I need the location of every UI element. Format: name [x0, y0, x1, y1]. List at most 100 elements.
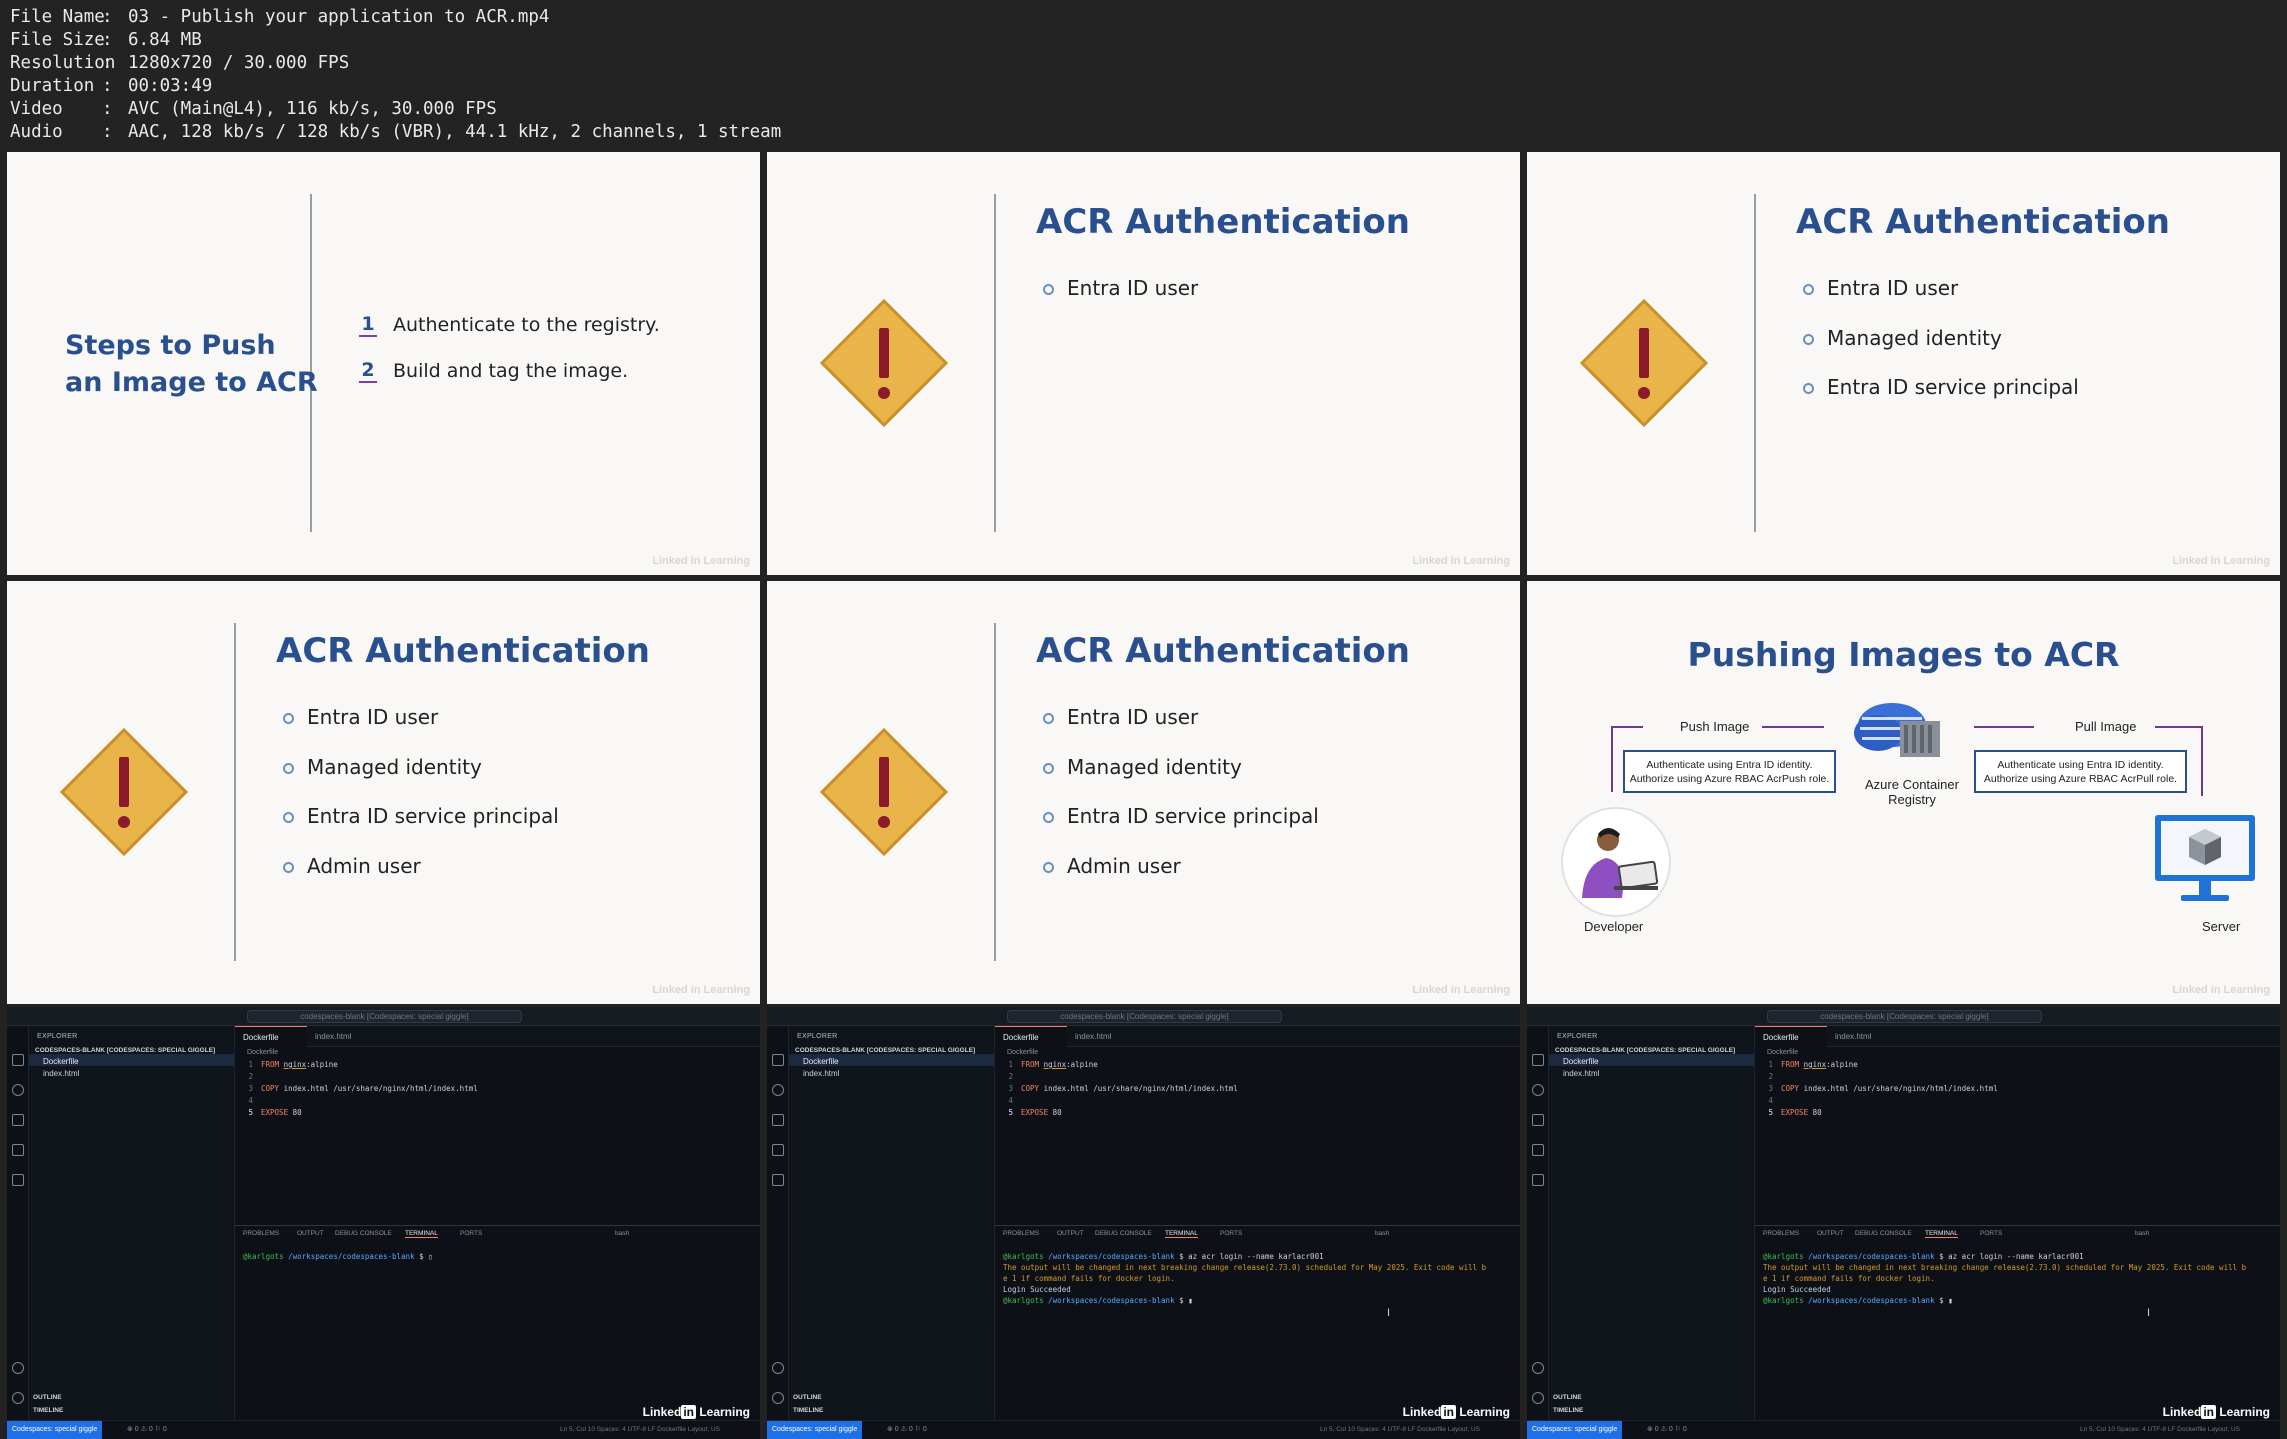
problems-status[interactable]: ⊗ 0 ⚠ 0 ⚐ 0 [127, 1421, 167, 1439]
note-line: Authenticate using Entra ID identity. [1997, 759, 2164, 771]
account-icon[interactable] [1532, 1362, 1544, 1374]
editor-tabs: Dockerfile index.html [235, 1026, 760, 1047]
tab-debug-console[interactable]: DEBUG CONSOLE [1855, 1230, 1912, 1237]
connector-line [2155, 726, 2203, 728]
editor-status[interactable]: Ln 5, Col 10 Spaces: 4 UTF-8 LF Dockerfi… [1320, 1421, 1480, 1439]
extensions-icon[interactable] [1532, 1174, 1544, 1186]
thumb-pushing-slide: Pushing Images to ACR Push Image Pull Im… [1527, 581, 2280, 1004]
account-icon[interactable] [772, 1362, 784, 1374]
editor-status[interactable]: Ln 5, Col 10 Spaces: 4 UTF-8 LF Dockerfi… [2080, 1421, 2240, 1439]
bullet-item: Entra ID service principal [1803, 375, 2079, 425]
search-icon[interactable] [772, 1084, 784, 1096]
remote-indicator[interactable]: Codespaces: special giggle [1527, 1421, 1623, 1439]
file-item-dockerfile[interactable]: Dockerfile [29, 1054, 234, 1066]
tab-index-html[interactable]: index.html [1067, 1026, 1139, 1047]
problems-status[interactable]: ⊗ 0 ⚠ 0 ⚐ 0 [1647, 1421, 1687, 1439]
tab-index-html[interactable]: index.html [1827, 1026, 1899, 1047]
tab-terminal[interactable]: TERMINAL [1925, 1230, 1958, 1238]
outline-section[interactable]: OUTLINE [33, 1394, 62, 1401]
explorer-icon[interactable] [12, 1054, 24, 1066]
thumb-acr-slide-1: ACR Authentication Entra ID user Linked … [767, 152, 1520, 575]
file-item-index-html[interactable]: index.html [29, 1066, 234, 1078]
tab-dockerfile[interactable]: Dockerfile [995, 1026, 1067, 1047]
extensions-icon[interactable] [12, 1174, 24, 1186]
source-control-icon[interactable] [772, 1114, 784, 1126]
bullet-item: Entra ID user [283, 705, 559, 755]
gear-icon[interactable] [772, 1392, 784, 1404]
code-line: 2 [248, 1072, 253, 1081]
note-line: Authorize using Azure RBAC AcrPull role. [1983, 773, 2178, 785]
workspace-header[interactable]: CODESPACES-BLANK [CODESPACES: SPECIAL GI… [789, 1040, 994, 1054]
tab-output[interactable]: OUTPUT [1817, 1230, 1844, 1237]
tab-index-html[interactable]: index.html [307, 1026, 379, 1047]
workspace-header[interactable]: CODESPACES-BLANK [CODESPACES: SPECIAL GI… [29, 1040, 234, 1054]
outline-section[interactable]: OUTLINE [793, 1394, 822, 1401]
tab-problems[interactable]: PROBLEMS [1763, 1230, 1799, 1237]
remote-indicator[interactable]: Codespaces: special giggle [767, 1421, 863, 1439]
terminal-warning: e 1 if command fails for docker login. [1763, 1274, 1935, 1283]
breadcrumb[interactable]: Dockerfile [1767, 1049, 1798, 1056]
file-item-dockerfile[interactable]: Dockerfile [789, 1054, 994, 1066]
workspace-header[interactable]: CODESPACES-BLANK [CODESPACES: SPECIAL GI… [1549, 1040, 1754, 1054]
bullet-list: Entra ID user Managed identity Entra ID … [283, 705, 559, 903]
problems-status[interactable]: ⊗ 0 ⚠ 0 ⚐ 0 [887, 1421, 927, 1439]
timeline-section[interactable]: TIMELINE [793, 1407, 823, 1414]
terminal-shell[interactable]: bash [615, 1230, 629, 1237]
tab-terminal[interactable]: TERMINAL [1165, 1230, 1198, 1238]
gear-icon[interactable] [1532, 1392, 1544, 1404]
terminal-output[interactable]: @karlgots /workspaces/codespaces-blank $… [1003, 1251, 1515, 1306]
terminal-output[interactable]: @karlgots /workspaces/codespaces-blank $… [1763, 1251, 2275, 1306]
file-item-index-html[interactable]: index.html [1549, 1066, 1754, 1078]
file-item-index-html[interactable]: index.html [789, 1066, 994, 1078]
gear-icon[interactable] [12, 1392, 24, 1404]
tab-output[interactable]: OUTPUT [1057, 1230, 1084, 1237]
tab-ports[interactable]: PORTS [460, 1230, 482, 1237]
code-line: 3 COPY index.html /usr/share/nginx/html/i… [248, 1084, 478, 1093]
run-debug-icon[interactable] [1532, 1144, 1544, 1156]
bullet-item: Entra ID user [1043, 276, 1198, 326]
tab-ports[interactable]: PORTS [1220, 1230, 1242, 1237]
code-editor[interactable]: 1 FROM nginx:alpine 2 3 COPY index.html /u… [235, 1059, 760, 1119]
file-item-dockerfile[interactable]: Dockerfile [1549, 1054, 1754, 1066]
extensions-icon[interactable] [772, 1174, 784, 1186]
tab-output[interactable]: OUTPUT [297, 1230, 324, 1237]
explorer-icon[interactable] [1532, 1054, 1544, 1066]
timeline-section[interactable]: TIMELINE [1553, 1407, 1583, 1414]
run-debug-icon[interactable] [772, 1144, 784, 1156]
tab-dockerfile[interactable]: Dockerfile [1755, 1026, 1827, 1047]
tab-debug-console[interactable]: DEBUG CONSOLE [1095, 1230, 1152, 1237]
timeline-section[interactable]: TIMELINE [33, 1407, 63, 1414]
run-debug-icon[interactable] [12, 1144, 24, 1156]
command-center-search[interactable]: codespaces-blank [Codespaces: special gi… [1767, 1010, 2042, 1023]
terminal-output[interactable]: @karlgots /workspaces/codespaces-blank $… [243, 1251, 755, 1262]
explorer-icon[interactable] [772, 1054, 784, 1066]
panel-tabs: PROBLEMS OUTPUT DEBUG CONSOLE TERMINAL P… [995, 1225, 1520, 1241]
code-keyword: COPY [1021, 1084, 1040, 1093]
outline-section[interactable]: OUTLINE [1553, 1394, 1582, 1401]
search-icon[interactable] [1532, 1084, 1544, 1096]
terminal-shell[interactable]: bash [2135, 1230, 2149, 1237]
code-editor[interactable]: 1 FROM nginx:alpine 2 3 COPY index.html /u… [995, 1059, 1520, 1119]
command-center-search[interactable]: codespaces-blank [Codespaces: special gi… [247, 1010, 522, 1023]
code-editor[interactable]: 1 FROM nginx:alpine 2 3 COPY index.html /u… [1755, 1059, 2280, 1119]
account-icon[interactable] [12, 1362, 24, 1374]
remote-indicator[interactable]: Codespaces: special giggle [7, 1421, 103, 1439]
breadcrumb[interactable]: Dockerfile [247, 1049, 278, 1056]
breadcrumb[interactable]: Dockerfile [1007, 1049, 1038, 1056]
watermark: Linked in Learning [2172, 555, 2270, 567]
terminal-shell[interactable]: bash [1375, 1230, 1389, 1237]
tab-dockerfile[interactable]: Dockerfile [235, 1026, 307, 1047]
tab-problems[interactable]: PROBLEMS [1003, 1230, 1039, 1237]
command-center-search[interactable]: codespaces-blank [Codespaces: special gi… [1007, 1010, 1282, 1023]
tab-terminal[interactable]: TERMINAL [405, 1230, 438, 1238]
tab-ports[interactable]: PORTS [1980, 1230, 2002, 1237]
search-icon[interactable] [12, 1084, 24, 1096]
source-control-icon[interactable] [1532, 1114, 1544, 1126]
tab-problems[interactable]: PROBLEMS [243, 1230, 279, 1237]
source-control-icon[interactable] [12, 1114, 24, 1126]
tab-debug-console[interactable]: DEBUG CONSOLE [335, 1230, 392, 1237]
bullet-item: Entra ID user [1803, 276, 2079, 326]
linkedin-learning-logo: Linked in Learning [1402, 1405, 1510, 1419]
info-value: 00:03:49 [128, 76, 213, 96]
editor-status[interactable]: Ln 5, Col 10 Spaces: 4 UTF-8 LF Dockerfi… [560, 1421, 720, 1439]
